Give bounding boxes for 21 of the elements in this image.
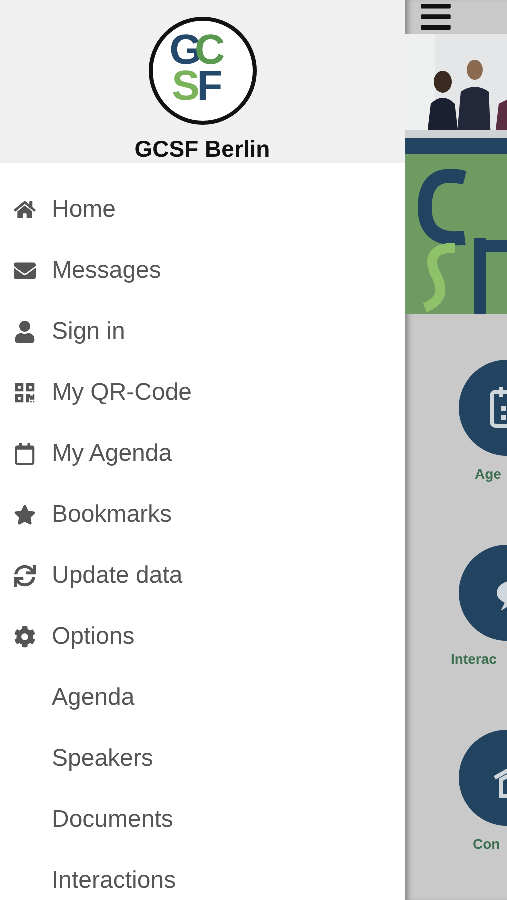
menu-item[interactable]: Update data bbox=[0, 545, 405, 606]
submenu-item[interactable]: Agenda bbox=[0, 667, 405, 728]
menu-item[interactable]: Sign in bbox=[0, 301, 405, 362]
star-icon bbox=[12, 504, 38, 526]
home-icon bbox=[12, 198, 38, 220]
settings-icon bbox=[12, 626, 38, 648]
logo: GC SF bbox=[148, 16, 258, 126]
submenu-item[interactable]: Speakers bbox=[0, 728, 405, 789]
refresh-icon bbox=[12, 564, 38, 586]
menu-item[interactable]: Bookmarks bbox=[0, 484, 405, 545]
menu-item[interactable]: My QR-Code bbox=[0, 362, 405, 423]
submenu-item[interactable]: Interactions bbox=[0, 850, 405, 900]
menu-item[interactable]: Options bbox=[0, 606, 405, 667]
tile-label: Age bbox=[474, 466, 502, 482]
menu-item[interactable]: My Agenda bbox=[0, 423, 405, 484]
tile-label: Interac bbox=[450, 651, 497, 667]
submenu-item[interactable]: Documents bbox=[0, 789, 405, 850]
menu-item[interactable]: Home bbox=[0, 179, 405, 240]
app-title: GCSF Berlin bbox=[134, 136, 270, 163]
tile-label: Con bbox=[472, 836, 500, 852]
menu-item[interactable]: Messages bbox=[0, 240, 405, 301]
